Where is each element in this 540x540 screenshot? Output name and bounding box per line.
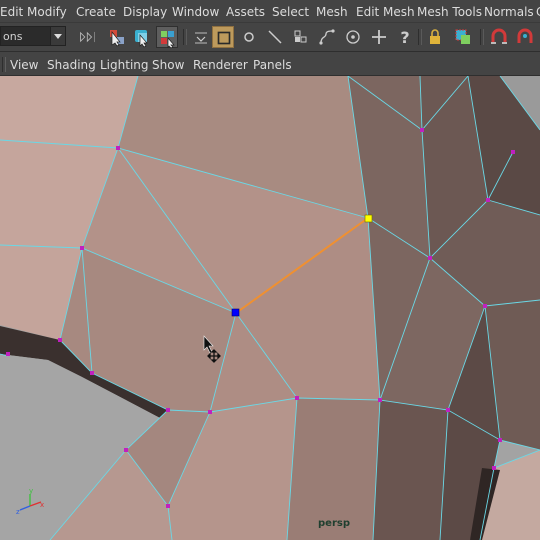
help-icon[interactable]: ? bbox=[394, 26, 416, 48]
svg-text:x: x bbox=[40, 501, 44, 509]
curve-icon[interactable] bbox=[316, 26, 338, 48]
shelf-arrows-icon[interactable] bbox=[78, 26, 104, 48]
edge-mode-icon[interactable] bbox=[264, 26, 286, 48]
toolbar-divider bbox=[418, 29, 422, 45]
menu-cut-off[interactable]: C bbox=[536, 5, 540, 19]
menu-modify[interactable]: Modify bbox=[27, 5, 67, 19]
perspective-viewport[interactable]: x y z persp bbox=[0, 76, 540, 540]
menu-normals[interactable]: Normals bbox=[484, 5, 534, 19]
status-line-toolbar: ons ? bbox=[0, 22, 540, 52]
menu-window[interactable]: Window bbox=[172, 5, 219, 19]
menu-edit-mesh[interactable]: Edit Mesh bbox=[356, 5, 415, 19]
menu-set-select[interactable]: ons bbox=[0, 26, 66, 46]
menu-mesh[interactable]: Mesh bbox=[316, 5, 348, 19]
select-by-object-icon[interactable] bbox=[131, 26, 153, 48]
magnet-snap-icon[interactable] bbox=[514, 26, 536, 48]
menu-display[interactable]: Display bbox=[123, 5, 167, 19]
select-by-hierarchy-icon[interactable] bbox=[106, 26, 128, 48]
selected-vertex-end[interactable] bbox=[364, 214, 373, 223]
menu-edit[interactable]: Edit bbox=[0, 5, 23, 19]
object-mode-icon[interactable] bbox=[212, 26, 234, 48]
select-by-component-icon[interactable] bbox=[156, 26, 178, 49]
magnet-icon[interactable] bbox=[488, 26, 510, 48]
svg-text:?: ? bbox=[400, 28, 409, 47]
mesh-canvas[interactable]: x y z bbox=[0, 76, 540, 540]
plus-icon[interactable] bbox=[368, 26, 390, 48]
selected-vertex-start[interactable] bbox=[231, 308, 240, 317]
panel-menu-show[interactable]: Show bbox=[152, 58, 184, 72]
menu-select[interactable]: Select bbox=[272, 5, 309, 19]
panel-menu-bar: View Shading Lighting Show Renderer Pane… bbox=[0, 53, 540, 76]
panel-menu-lighting[interactable]: Lighting bbox=[100, 58, 149, 72]
main-menu-bar: Edit Modify Create Display Window Assets… bbox=[0, 0, 540, 22]
panel-grip-handle[interactable] bbox=[2, 57, 6, 72]
lock-icon[interactable] bbox=[424, 26, 446, 48]
chevron-down-icon[interactable] bbox=[50, 27, 65, 45]
svg-text:z: z bbox=[16, 508, 20, 516]
vertex-mode-icon[interactable] bbox=[190, 26, 212, 48]
menu-create[interactable]: Create bbox=[76, 5, 116, 19]
svg-text:y: y bbox=[29, 487, 33, 495]
menu-set-value: ons bbox=[3, 30, 23, 43]
toolbar-divider bbox=[480, 29, 484, 45]
panel-menu-view[interactable]: View bbox=[10, 58, 38, 72]
crosshair-icon[interactable] bbox=[342, 26, 364, 48]
toolbar-divider bbox=[183, 29, 187, 45]
panel-menu-renderer[interactable]: Renderer bbox=[193, 58, 248, 72]
menu-assets[interactable]: Assets bbox=[226, 5, 265, 19]
construction-history-icon[interactable] bbox=[452, 26, 474, 48]
panel-menu-shading[interactable]: Shading bbox=[47, 58, 96, 72]
face-mode-icon[interactable] bbox=[290, 26, 312, 48]
panel-menu-panels[interactable]: Panels bbox=[253, 58, 292, 72]
menu-mesh-tools[interactable]: Mesh Tools bbox=[417, 5, 482, 19]
camera-name-label: persp bbox=[318, 518, 350, 529]
vertex-dot-icon[interactable] bbox=[238, 26, 260, 48]
